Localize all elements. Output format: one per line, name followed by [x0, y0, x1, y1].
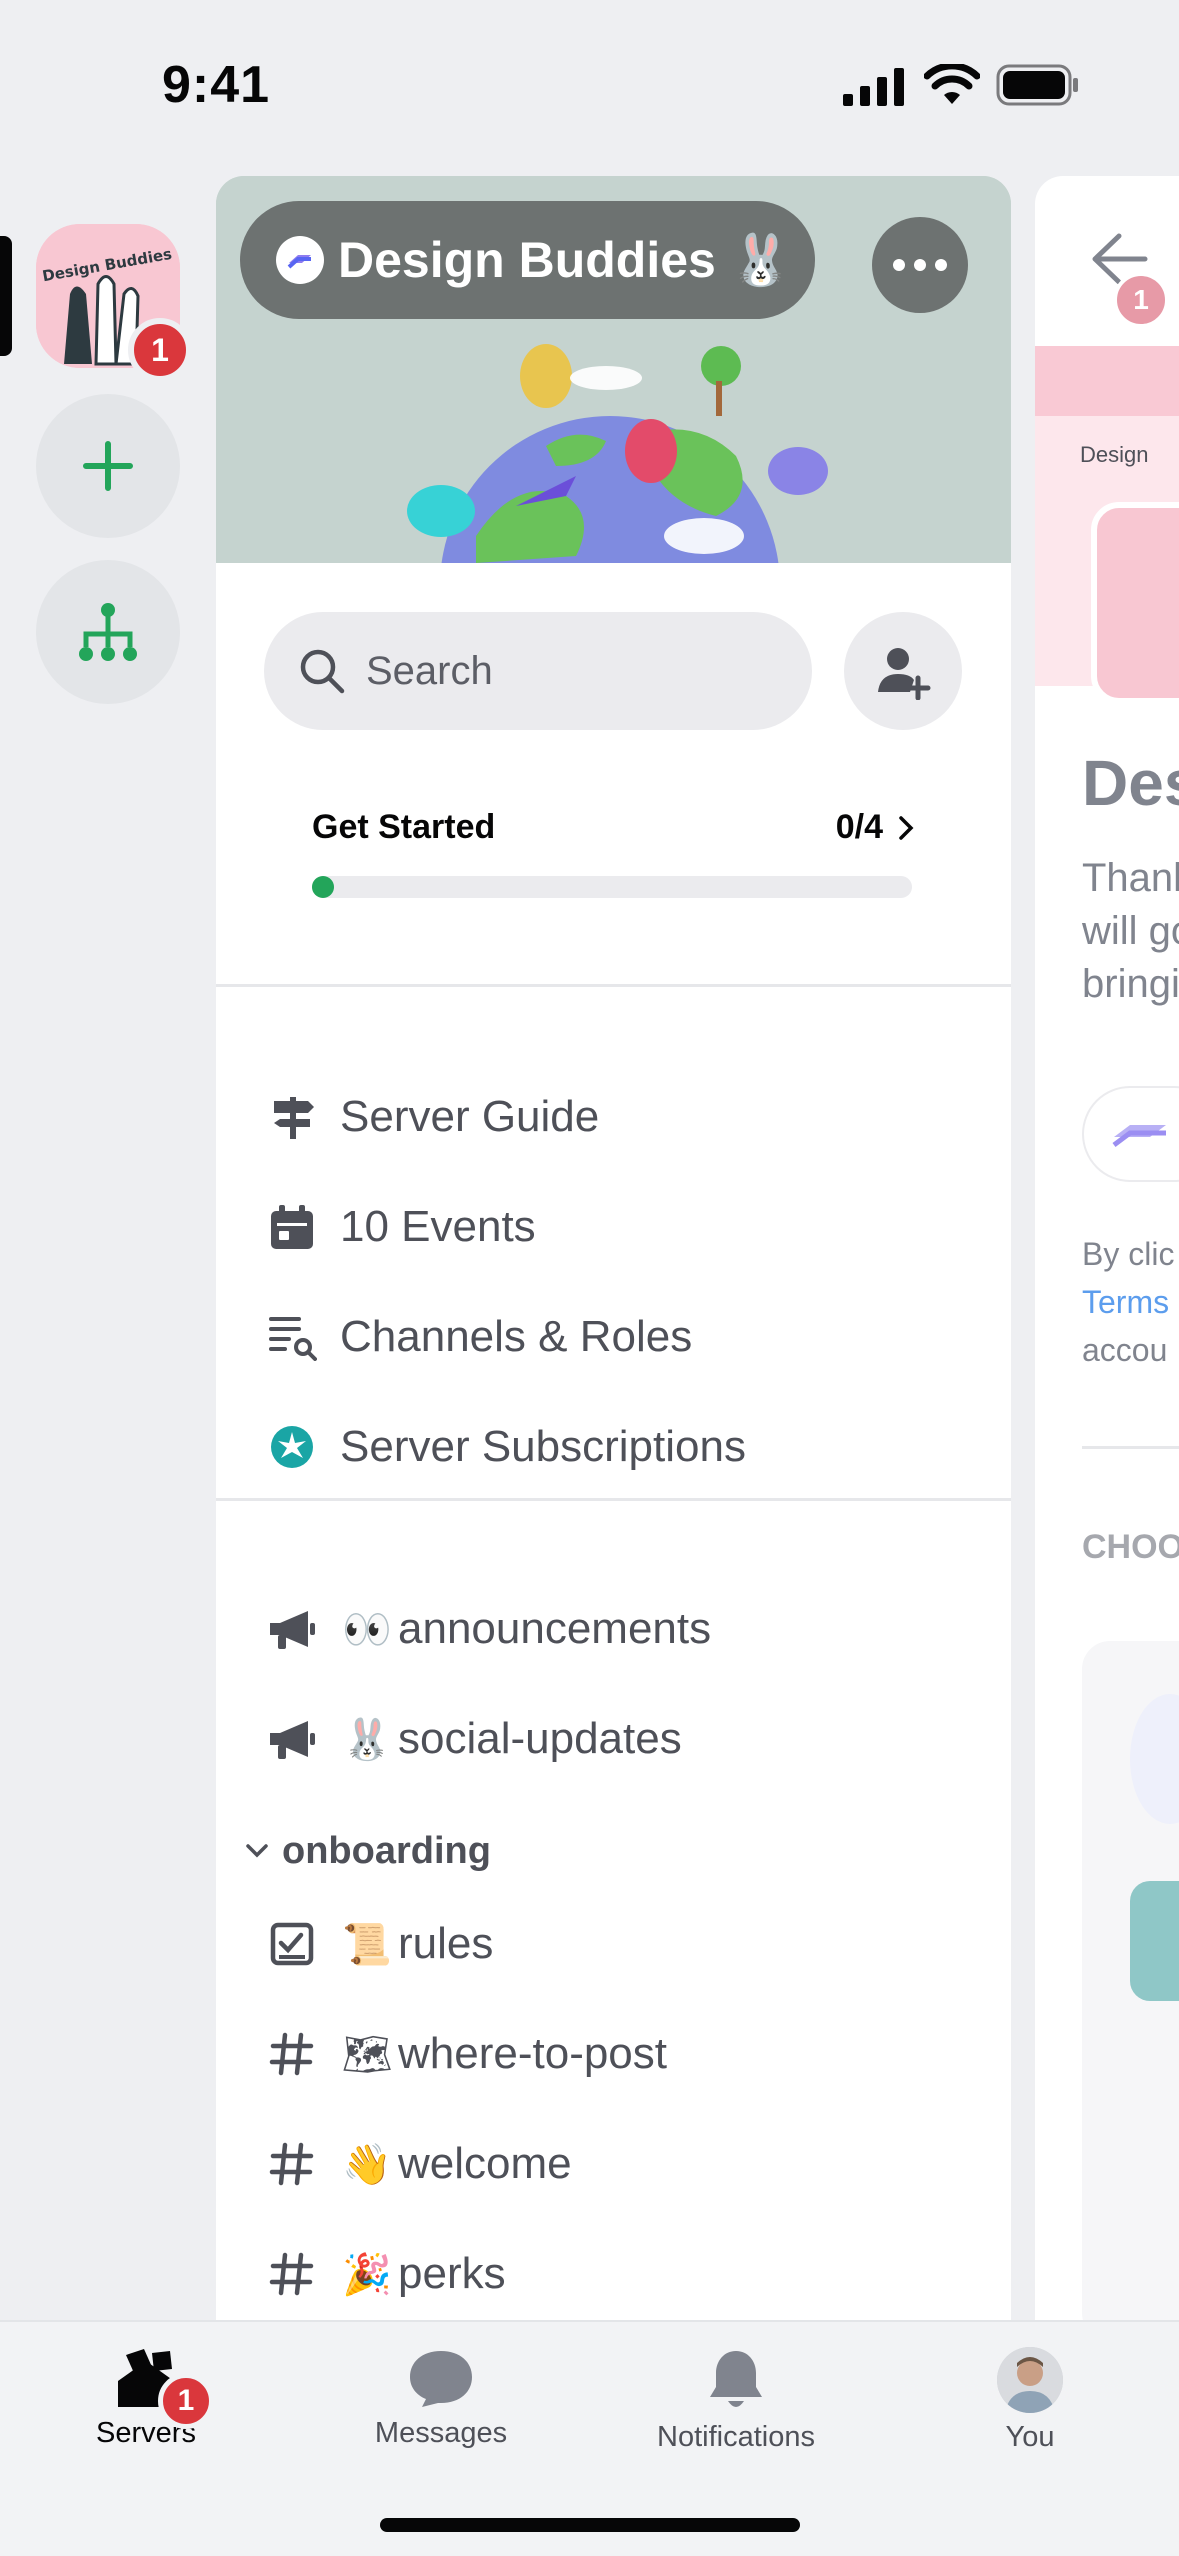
nav-label: Notifications [657, 2421, 815, 2453]
search-placeholder: Search [366, 648, 493, 693]
megaphone-icon [264, 1601, 320, 1657]
divider [216, 1498, 1011, 1501]
add-person-icon [878, 648, 931, 700]
nav-messages[interactable]: Messages [341, 2347, 541, 2450]
peek-panel[interactable]: 1 Design Des Thank will go bringi By cli… [1035, 176, 1179, 2320]
battery-icon [996, 64, 1080, 111]
selected-server-pill [0, 236, 12, 356]
server-name: Design Buddies 🐰 [338, 231, 792, 288]
server-name-chip[interactable]: Design Buddies 🐰 [240, 201, 815, 319]
peek-desc-1: Thank [1082, 856, 1179, 900]
peek-header-band [1035, 346, 1179, 416]
channel-where-to-post[interactable]: 🗺 where-to-post [264, 2014, 667, 2094]
search-input[interactable]: Search [264, 612, 812, 730]
channel-emoji: 🐰 [342, 1717, 392, 1763]
add-server-button[interactable] [36, 394, 180, 538]
channel-panel: Design Buddies 🐰 Search Get Started 0/4 … [216, 176, 1011, 2320]
server-more-button[interactable] [872, 217, 968, 313]
channel-name: where-to-post [398, 2029, 668, 2078]
server-subscriptions-item[interactable]: Server Subscriptions [264, 1407, 746, 1487]
peek-logo-text: Design [1080, 442, 1149, 467]
peek-boost-chip [1082, 1086, 1179, 1182]
quick-link-label: Channels & Roles [340, 1312, 693, 1361]
nav-you[interactable]: You [930, 2347, 1130, 2454]
messages-icon [410, 2351, 472, 2407]
quick-link-label: Server Guide [340, 1092, 600, 1141]
servers-badge: 1 [158, 2373, 214, 2429]
channel-rules[interactable]: 📜 rules [264, 1904, 493, 1984]
peek-terms-link[interactable]: Terms [1082, 1284, 1169, 1321]
divider [216, 984, 1011, 987]
calendar-icon [264, 1199, 320, 1255]
server-guide-item[interactable]: Server Guide [264, 1077, 599, 1157]
more-icon [893, 259, 947, 271]
server-notification-badge: 1 [128, 318, 192, 382]
peek-account-text: accou [1082, 1332, 1168, 1368]
nav-notifications[interactable]: Notifications [636, 2347, 836, 2454]
channel-emoji: 🎉 [342, 2252, 392, 2298]
channel-name: social-updates [398, 1714, 682, 1763]
subscriptions-icon [264, 1419, 320, 1475]
peek-server-icon [1091, 502, 1179, 704]
channels-roles-item[interactable]: Channels & Roles [264, 1297, 692, 1377]
chevron-down-icon [246, 1844, 268, 1858]
search-icon [300, 649, 345, 694]
channel-emoji: 📜 [342, 1922, 392, 1968]
discover-hub-button[interactable] [36, 560, 180, 704]
hash-icon [264, 2026, 320, 2082]
peek-by-text: By clic [1082, 1236, 1175, 1272]
channel-perks[interactable]: 🎉 perks [264, 2234, 506, 2314]
channel-name: rules [398, 1919, 494, 1968]
peek-desc-2: will go [1082, 909, 1179, 953]
rules-icon [264, 1916, 320, 1972]
quick-link-label: Server Subscriptions [340, 1422, 746, 1471]
megaphone-icon [264, 1711, 320, 1767]
peek-card-button [1130, 1881, 1179, 2001]
channels-list-icon [264, 1309, 320, 1365]
hub-icon [79, 603, 137, 661]
channel-name: perks [398, 2249, 506, 2298]
invite-members-button[interactable] [844, 612, 962, 730]
plus-icon [83, 441, 133, 491]
peek-title: Des [1082, 747, 1179, 819]
bell-icon [710, 2351, 762, 2407]
progress-fill [312, 876, 334, 898]
status-time: 9:41 [162, 56, 271, 114]
channel-emoji: 👋 [342, 2142, 392, 2188]
channel-emoji: 🗺 [341, 2032, 393, 2078]
server-banner: Design Buddies 🐰 [216, 176, 1011, 756]
channel-name: announcements [398, 1604, 712, 1653]
channel-announcements[interactable]: 👀 announcements [264, 1589, 711, 1669]
avatar [997, 2347, 1063, 2413]
category-label: onboarding [282, 1829, 491, 1872]
channel-social-updates[interactable]: 🐰 social-updates [264, 1699, 682, 1779]
events-item[interactable]: 10 Events [264, 1187, 536, 1267]
peek-desc-3: bringi [1082, 962, 1179, 1006]
signpost-icon [264, 1089, 320, 1145]
nav-servers[interactable]: Servers [46, 2347, 246, 2450]
hash-icon [264, 2246, 320, 2302]
channel-emoji: 👀 [342, 1607, 392, 1653]
get-started-count[interactable]: 0/4 [836, 808, 915, 847]
boost-icon [276, 236, 324, 284]
peek-choose-heading: CHOO [1082, 1528, 1179, 1566]
channel-name: welcome [398, 2139, 572, 2188]
quick-link-label: 10 Events [340, 1202, 536, 1251]
channel-welcome[interactable]: 👋 welcome [264, 2124, 572, 2204]
get-started-count-text: 0/4 [835, 808, 883, 846]
wifi-icon [923, 62, 981, 111]
cellular-icon [843, 68, 905, 111]
home-indicator [380, 2518, 800, 2532]
boost-icon [1112, 1125, 1166, 1147]
chevron-right-icon [899, 815, 914, 840]
category-onboarding[interactable]: onboarding [232, 1821, 491, 1881]
divider [1082, 1446, 1179, 1449]
peek-badge: 1 [1113, 272, 1169, 328]
nav-label: You [1005, 2421, 1055, 2453]
get-started-label: Get Started [312, 808, 496, 846]
get-started-progress [312, 876, 912, 898]
nav-label: Messages [374, 2417, 508, 2449]
hash-icon [264, 2136, 320, 2192]
